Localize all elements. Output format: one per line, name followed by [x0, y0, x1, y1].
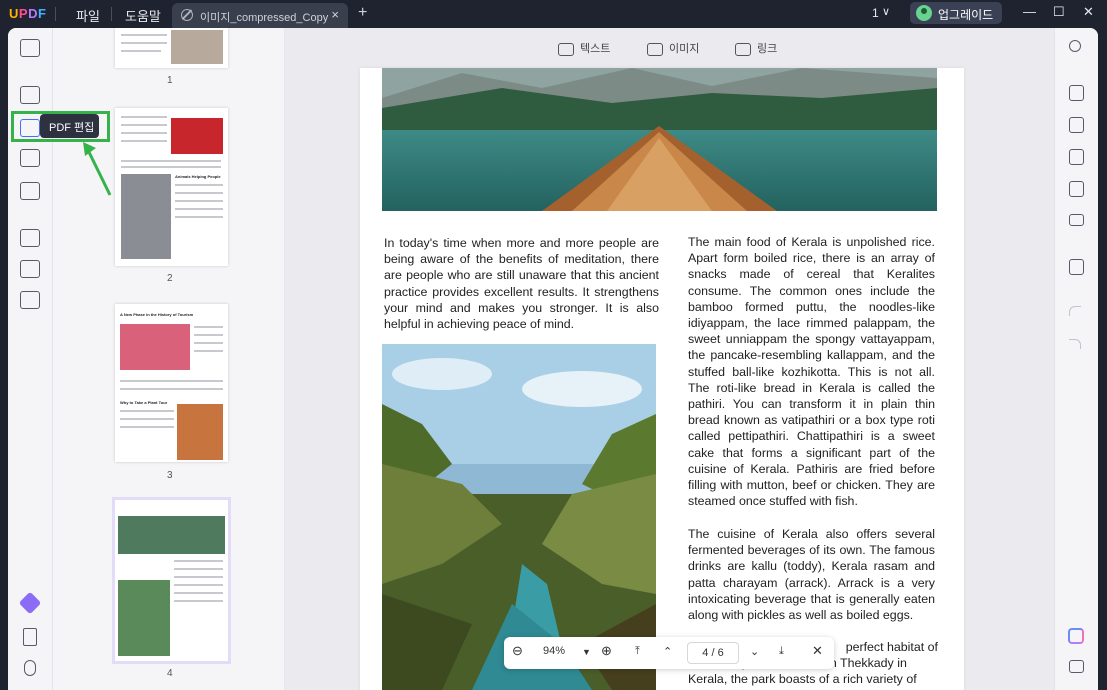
updf-logo: UPDF	[9, 6, 47, 21]
link-icon	[735, 42, 751, 56]
add-image-button[interactable]: 이미지	[647, 40, 699, 56]
document-tab[interactable]: 이미지_compressed_Copy ×	[172, 3, 348, 28]
undo-icon[interactable]	[1069, 306, 1081, 316]
add-link-button[interactable]: 링크	[735, 40, 777, 56]
zoom-dropdown-icon[interactable]: ▼	[582, 647, 591, 657]
minimize-button[interactable]: —	[1023, 4, 1036, 19]
thumbnail-number: 4	[167, 668, 173, 679]
chevron-down-icon[interactable]: ∨	[882, 5, 890, 18]
app-window: 1 Animals Helping People 2 A New Phase i…	[8, 28, 1098, 690]
save-icon[interactable]	[1069, 259, 1084, 275]
thumbnail-heading: Animals Helping People	[175, 174, 221, 179]
edit-pdf-tooltip: PDF 편집	[40, 114, 99, 138]
paragraph-kerala-food: The main food of Kerala is unpolished ri…	[688, 235, 935, 509]
share-icon[interactable]	[1069, 181, 1084, 197]
close-window-button[interactable]: ✕	[1083, 4, 1094, 20]
upgrade-button[interactable]: 업그레이드	[910, 2, 1002, 24]
edit-toolbar: 텍스트 이미지 링크	[285, 28, 1054, 68]
avatar	[916, 5, 932, 21]
organize-pages-icon[interactable]	[20, 229, 40, 247]
attachment-icon[interactable]	[24, 660, 36, 676]
redo-icon[interactable]	[1069, 339, 1081, 349]
ai-assistant-icon[interactable]	[1068, 628, 1084, 644]
zoom-in-icon[interactable]: ⊕	[601, 643, 612, 659]
zoom-out-icon[interactable]: ⊖	[512, 643, 523, 659]
crop-icon[interactable]	[20, 260, 40, 278]
arrow-annotation	[83, 142, 112, 196]
thumbnail-number: 2	[167, 273, 173, 284]
next-page-icon[interactable]: ⌄	[750, 645, 759, 658]
zoom-level[interactable]: 94%	[543, 645, 565, 657]
tab-close-button[interactable]: ×	[331, 7, 339, 22]
divider	[55, 7, 56, 21]
divider	[111, 7, 112, 21]
thumbnail-number: 1	[167, 75, 173, 86]
first-page-icon[interactable]: ⤒	[635, 645, 640, 658]
mail-icon[interactable]	[1069, 214, 1084, 226]
image-icon	[647, 42, 663, 56]
text-icon	[558, 42, 574, 56]
bookmark-icon[interactable]	[23, 628, 37, 646]
thumbnail-page-4-selected[interactable]	[115, 500, 228, 661]
maximize-button[interactable]: ☐	[1053, 4, 1065, 20]
paragraph-meditation: In today's time when more and more peopl…	[384, 236, 659, 332]
document-viewer: 텍스트 이미지 링크 In today's time when more and…	[285, 28, 1054, 690]
thumbnail-page-2[interactable]: Animals Helping People	[115, 108, 228, 266]
convert-icon[interactable]	[20, 182, 40, 200]
paragraph-park-line3: Kerala, the park boasts of a rich variet…	[688, 672, 917, 686]
comment-icon[interactable]	[20, 86, 40, 104]
compressed-file-icon	[181, 9, 193, 21]
lake-boat-image[interactable]	[382, 68, 937, 211]
paragraph-kerala-beverages: The cuisine of Kerala also offers severa…	[688, 527, 935, 623]
upgrade-label: 업그레이드	[938, 8, 994, 22]
pdf-page: In today's time when more and more peopl…	[360, 68, 964, 690]
reader-mode-icon[interactable]	[20, 39, 40, 57]
thumbnail-subheading: Why to Take a Plant Tour	[120, 400, 168, 405]
paragraph-park-line1: perfect habitat of	[845, 640, 938, 654]
thumbnail-number: 3	[167, 470, 173, 481]
thumbnail-page-3[interactable]: A New Phase in the History of Tourism Wh…	[115, 304, 228, 462]
window-count[interactable]: 1	[872, 6, 879, 20]
previous-page-icon[interactable]: ⌃	[663, 645, 672, 658]
zoom-bar: ⊖ 94% ▼ ⊕ ⤒ ⌃ 4 / 6 ⌄ ⤓ ✕	[504, 637, 834, 669]
right-toolbar	[1054, 28, 1098, 690]
page-number-field[interactable]: 4 / 6	[687, 642, 739, 664]
redact-icon[interactable]	[20, 291, 40, 309]
title-bar: UPDF 파일 도움말 이미지_compressed_Copy × + 1 ∨ …	[0, 0, 1107, 28]
ocr-icon[interactable]	[1069, 85, 1084, 101]
thumbnail-page-1[interactable]	[115, 28, 228, 68]
convert-pdf-icon[interactable]	[1069, 117, 1084, 133]
menu-file[interactable]: 파일	[76, 6, 100, 25]
layers-icon[interactable]	[18, 591, 42, 615]
protect-icon[interactable]	[1069, 149, 1084, 165]
search-icon[interactable]	[1069, 40, 1081, 52]
tab-title: 이미지_compressed_Copy	[200, 12, 329, 24]
close-zoombar-icon[interactable]: ✕	[812, 643, 823, 659]
thumbnail-heading: A New Phase in the History of Tourism	[120, 312, 194, 317]
comment-list-icon[interactable]	[1069, 660, 1084, 673]
add-text-button[interactable]: 텍스트	[558, 40, 610, 56]
new-tab-button[interactable]: +	[358, 4, 367, 22]
menu-help[interactable]: 도움말	[125, 6, 161, 25]
last-page-icon[interactable]: ⤓	[779, 645, 784, 658]
form-icon[interactable]	[20, 149, 40, 167]
